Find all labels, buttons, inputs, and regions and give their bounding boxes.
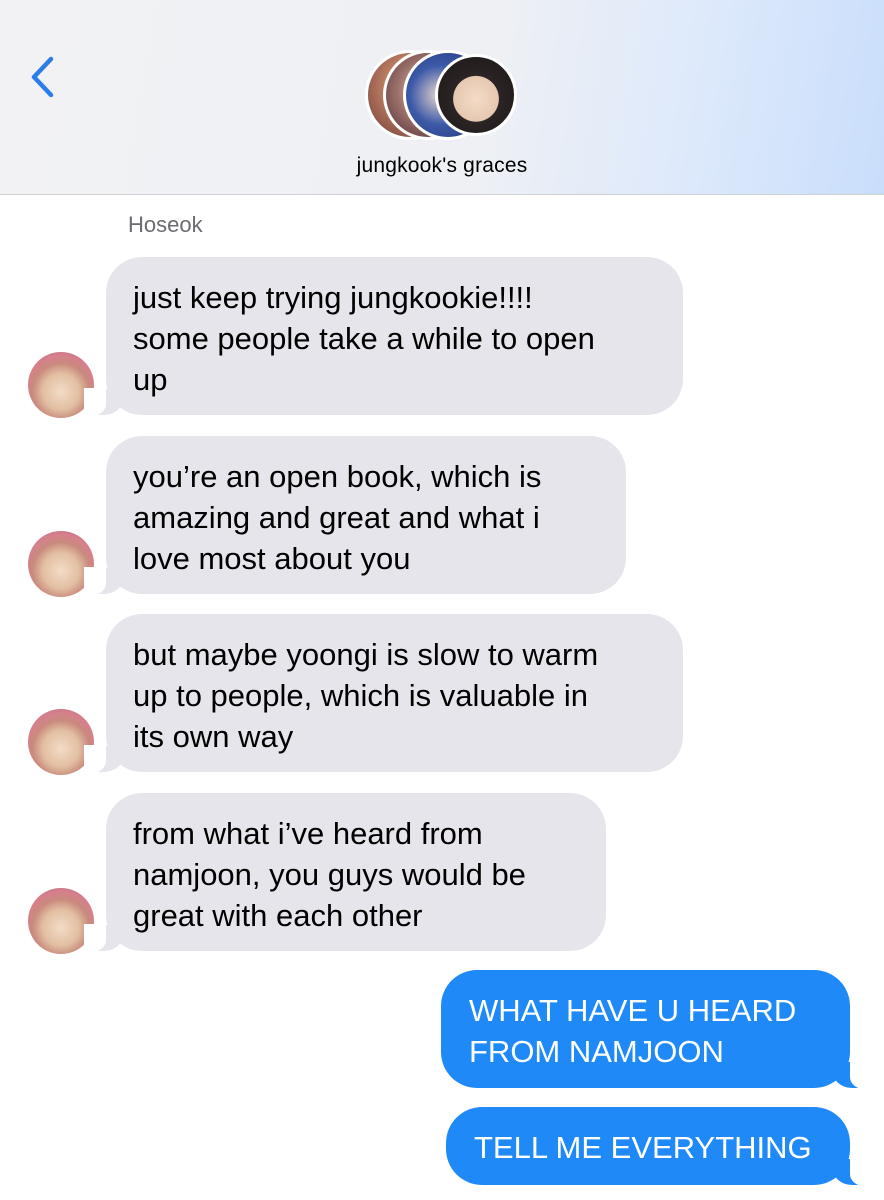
message-text: from what i’ve heard from namjoon, you g…: [133, 816, 526, 933]
back-button[interactable]: [24, 52, 64, 102]
incoming-message-bubble[interactable]: you’re an open book, which is amazing an…: [84, 436, 626, 595]
outgoing-message-bubble[interactable]: TELL ME EVERYTHING: [446, 1107, 872, 1186]
message-text: just keep trying jungkookie!!!! some peo…: [133, 280, 595, 397]
outgoing-message-bubble[interactable]: WHAT HAVE U HEARD FROM NAMJOON: [441, 970, 872, 1089]
incoming-message-bubble[interactable]: from what i’ve heard from namjoon, you g…: [84, 793, 606, 952]
group-member-avatar: [435, 54, 517, 136]
message-text: but maybe yoongi is slow to warm up to p…: [133, 637, 599, 754]
message-text: TELL ME EVERYTHING: [474, 1130, 812, 1165]
message-text: you’re an open book, which is amazing an…: [133, 459, 542, 576]
sender-name: Hoseok: [128, 212, 203, 237]
chat-header: jungkook's graces: [0, 0, 884, 195]
group-name[interactable]: jungkook's graces: [0, 154, 884, 178]
chevron-left-icon: [31, 56, 54, 98]
incoming-message-bubble[interactable]: but maybe yoongi is slow to warm up to p…: [84, 614, 683, 773]
group-avatars[interactable]: [365, 50, 525, 140]
incoming-message-bubble[interactable]: just keep trying jungkookie!!!! some peo…: [84, 257, 683, 416]
message-text: WHAT HAVE U HEARD FROM NAMJOON: [469, 993, 797, 1069]
